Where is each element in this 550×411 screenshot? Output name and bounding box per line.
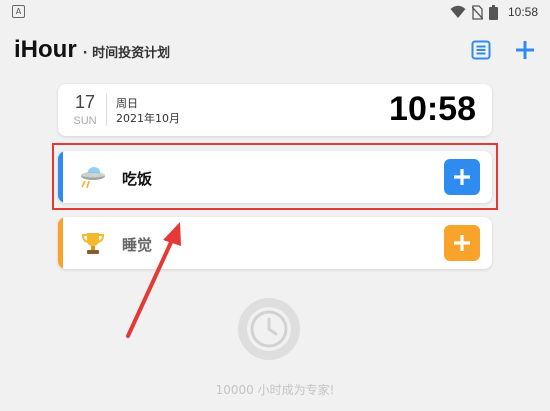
task-label: 睡觉 [122, 236, 153, 254]
app-title: iHour [14, 36, 77, 63]
status-bar: A 10:58 [0, 0, 550, 24]
add-time-button[interactable] [444, 225, 480, 261]
plus-icon [454, 235, 470, 251]
add-task-button[interactable] [513, 38, 537, 62]
notification-app-icon: A [12, 5, 25, 18]
status-time: 10:58 [507, 5, 538, 19]
task-color-stripe [58, 217, 63, 269]
weekday-en: SUN [73, 115, 97, 127]
empty-state-motto: 10000 小时成为专家! [215, 383, 335, 397]
date-card: 17 SUN 周日 2021年10月 10:58 [58, 84, 492, 136]
list-icon [471, 40, 491, 60]
task-card-sleep[interactable]: 睡觉 [58, 217, 492, 269]
plus-icon [516, 41, 534, 59]
trophy-icon [81, 233, 105, 254]
annotation-highlight-box [52, 143, 498, 210]
wifi-icon [450, 5, 466, 18]
day-number: 17 [74, 92, 96, 112]
weekday-cn: 周日 [116, 97, 138, 110]
current-time: 10:58 [389, 90, 476, 128]
app-header: iHour · 时间投资计划 [0, 30, 550, 70]
clock-icon [238, 298, 300, 360]
year-month: 2021年10月 [116, 112, 180, 125]
app-tagline: · 时间投资计划 [82, 46, 171, 61]
no-sim-icon [471, 4, 483, 20]
app-brand: iHour · 时间投资计划 [14, 36, 170, 64]
battery-icon [488, 4, 498, 20]
divider [106, 94, 107, 126]
list-button[interactable] [469, 38, 493, 62]
